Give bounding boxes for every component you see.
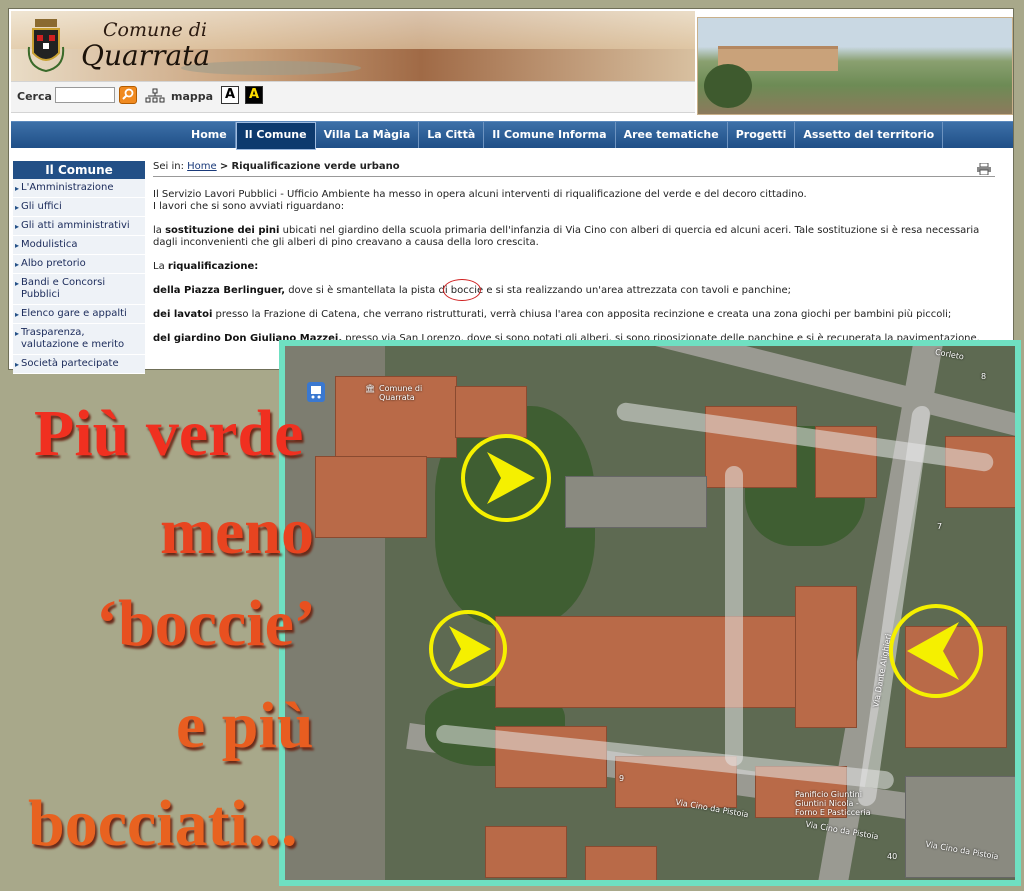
toolbar: Cerca mappa A A bbox=[11, 81, 695, 113]
villa-photo bbox=[697, 17, 1013, 115]
map-label-comune: Comune di Quarrata bbox=[379, 384, 423, 402]
nav-assetto-territorio[interactable]: Assetto del territorio bbox=[795, 122, 944, 148]
sitemap-link[interactable]: mappa bbox=[171, 90, 213, 103]
coat-of-arms-icon bbox=[27, 19, 65, 73]
nav-la-citta[interactable]: La Città bbox=[419, 122, 485, 148]
sidebar-item-trasparenza[interactable]: ▸ Trasparenza, valutazione e merito bbox=[13, 324, 145, 355]
sidebar-item-modulistica[interactable]: ▸ Modulistica bbox=[13, 236, 145, 255]
nav-progetti[interactable]: Progetti bbox=[728, 122, 796, 148]
chevron-right-icon: ▸ bbox=[15, 310, 20, 319]
website-frame: Comune di Quarrata Cerca mappa A A Home bbox=[8, 8, 1014, 374]
chevron-right-icon: ▸ bbox=[15, 329, 20, 338]
sidebar-item-societa[interactable]: ▸ Società partecipate bbox=[13, 355, 145, 374]
map-label-panificio: Panificio Giuntini Giuntini Nicola - For… bbox=[795, 790, 871, 817]
chevron-right-icon: ▸ bbox=[15, 279, 20, 288]
marker-middle-left bbox=[429, 610, 507, 688]
sidebar-title: Il Comune bbox=[13, 161, 145, 179]
slogan: Più verde meno ‘boccie’ e più bocciati..… bbox=[0, 396, 340, 891]
aerial-map: 🏛 Comune di Quarrata Panificio Giuntini … bbox=[279, 340, 1021, 886]
nav-il-comune-informa[interactable]: Il Comune Informa bbox=[484, 122, 616, 148]
chevron-right-icon: ▸ bbox=[15, 203, 20, 212]
paragraph-riqualificazione: La riqualificazione: bbox=[153, 261, 259, 272]
sidebar-item-gare[interactable]: ▸ Elenco gare e appalti bbox=[13, 305, 145, 324]
header-banner: Comune di Quarrata bbox=[11, 11, 695, 83]
slogan-line-5: bocciati... bbox=[28, 787, 298, 860]
sidebar-item-amministrazione[interactable]: ▸ L'Amministrazione bbox=[13, 179, 145, 198]
map-number-8: 8 bbox=[981, 372, 987, 381]
sidebar: Il Comune ▸ L'Amministrazione ▸ Gli uffici… bbox=[13, 161, 145, 374]
map-number-7: 7 bbox=[937, 522, 943, 531]
arrow-left-icon bbox=[907, 622, 959, 680]
slogan-line-3: ‘boccie’ bbox=[96, 587, 316, 660]
chevron-right-icon: ▸ bbox=[15, 360, 20, 369]
paragraph-sostituzione: la sostituzione dei pini ubicati nel gia… bbox=[153, 225, 980, 248]
font-size-button[interactable]: A bbox=[221, 86, 239, 104]
map-number-40: 40 bbox=[887, 852, 898, 861]
slogan-line-2: meno bbox=[160, 495, 314, 568]
search-icon bbox=[122, 88, 134, 100]
page-title: Riqualificazione verde urbano bbox=[231, 161, 400, 172]
search-input[interactable] bbox=[55, 87, 115, 103]
chevron-right-icon: ▸ bbox=[15, 241, 20, 250]
slogan-line-4: e più bbox=[176, 689, 314, 762]
marker-top-left bbox=[461, 434, 551, 522]
high-contrast-button[interactable]: A bbox=[245, 86, 263, 104]
paragraph-piazza: della Piazza Berlinguer, dove si è smant… bbox=[153, 285, 791, 296]
chevron-right-icon: ▸ bbox=[15, 222, 20, 231]
chevron-right-icon: ▸ bbox=[15, 260, 20, 269]
town-hall-icon: 🏛 bbox=[365, 384, 376, 393]
sidebar-item-bandi[interactable]: ▸ Bandi e Concorsi Pubblici bbox=[13, 274, 145, 305]
breadcrumb: Sei in: Home > Riqualificazione verde ur… bbox=[153, 161, 995, 177]
nav-home[interactable]: Home bbox=[183, 122, 236, 148]
nav-villa-la-magia[interactable]: Villa La Màgia bbox=[316, 122, 420, 148]
sidebar-item-uffici[interactable]: ▸ Gli uffici bbox=[13, 198, 145, 217]
main-content: Sei in: Home > Riqualificazione verde ur… bbox=[153, 161, 1003, 345]
sidebar-item-albo[interactable]: ▸ Albo pretorio bbox=[13, 255, 145, 274]
intro-paragraph: Il Servizio Lavori Pubblici - Ufficio Am… bbox=[153, 189, 807, 212]
slogan-line-1: Più verde bbox=[34, 397, 304, 470]
logo-text-line1: Comune di bbox=[103, 19, 207, 41]
nav-aree-tematiche[interactable]: Aree tematiche bbox=[616, 122, 728, 148]
arrow-right-icon bbox=[449, 626, 491, 672]
boccie-highlight-circle bbox=[443, 279, 481, 301]
logo-text-line2: Quarrata bbox=[81, 39, 211, 72]
paragraph-lavatoi: dei lavatoi presso la Frazione di Catena… bbox=[153, 309, 952, 320]
nav-il-comune[interactable]: Il Comune bbox=[235, 122, 316, 150]
sitemap-icon[interactable] bbox=[145, 88, 165, 104]
sidebar-item-atti[interactable]: ▸ Gli atti amministrativi bbox=[13, 217, 145, 236]
main-navigation: Home Il Comune Villa La Màgia La Città I… bbox=[11, 121, 1013, 150]
chevron-right-icon: ▸ bbox=[15, 184, 20, 193]
breadcrumb-home-link[interactable]: Home bbox=[187, 161, 217, 172]
marker-right bbox=[889, 604, 983, 698]
arrow-right-icon bbox=[487, 452, 535, 504]
print-icon[interactable] bbox=[977, 163, 991, 175]
map-number-9: 9 bbox=[619, 774, 625, 783]
search-label: Cerca bbox=[17, 90, 52, 103]
search-button[interactable] bbox=[119, 86, 137, 104]
